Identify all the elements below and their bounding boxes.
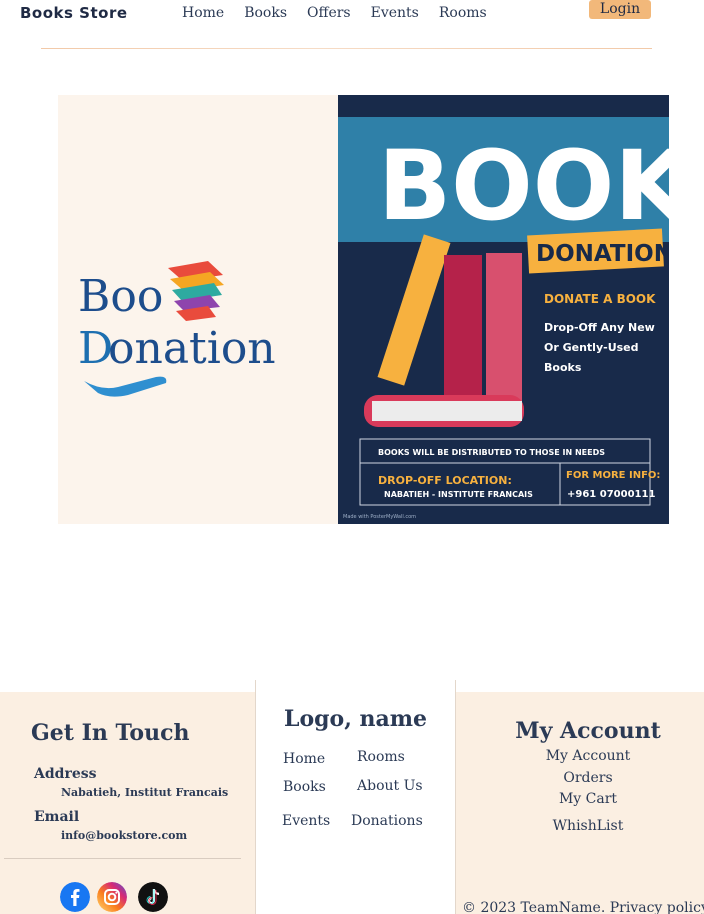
- account-column: My Account My Account Orders My Cart Whi…: [456, 692, 704, 914]
- account-link-orders[interactable]: Orders: [456, 770, 704, 786]
- book-donation-logo: Boo D onation: [78, 261, 276, 397]
- footer-link-home[interactable]: Home: [283, 751, 325, 767]
- email-label: Email: [34, 809, 80, 825]
- nav-home[interactable]: Home: [182, 5, 224, 21]
- nav-offers[interactable]: Offers: [307, 5, 351, 21]
- logo-text-line2: onation: [108, 323, 276, 374]
- hero-banner: Boo D onation BOOK DONATION DONATE A BOO…: [58, 95, 692, 524]
- poster-credit: Made with PosterMyWall.com: [343, 514, 416, 520]
- footer-link-books[interactable]: Books: [283, 779, 326, 795]
- address-label: Address: [34, 766, 97, 782]
- contact-divider: [4, 858, 241, 859]
- nav-events[interactable]: Events: [371, 5, 419, 21]
- instagram-icon[interactable]: [97, 882, 127, 912]
- nav-rooms[interactable]: Rooms: [439, 5, 487, 21]
- footer-link-donations[interactable]: Donations: [351, 813, 423, 829]
- login-button[interactable]: Login: [589, 0, 651, 19]
- footer-link-rooms[interactable]: Rooms: [357, 749, 405, 765]
- poster-heading: DONATE A BOOK: [544, 292, 656, 306]
- poster-body-2: Or Gently-Used: [544, 341, 639, 354]
- footer-logo-name: Logo, name: [284, 706, 428, 732]
- poster-dropoff-label: DROP-OFF LOCATION:: [378, 474, 512, 487]
- logo-text-line1: Boo: [78, 271, 163, 322]
- account-title: My Account: [515, 718, 661, 744]
- account-link-my-cart[interactable]: My Cart: [456, 791, 704, 807]
- contact-column: Get In Touch Address Nabatieh, Institut …: [0, 692, 255, 914]
- account-link-wishlist[interactable]: WhishList: [456, 818, 704, 834]
- address-value: Nabatieh, Institut Francais: [61, 786, 229, 799]
- account-link-my-account[interactable]: My Account: [456, 748, 704, 764]
- donation-poster: BOOK DONATION DONATE A BOOK Drop-Off Any…: [338, 95, 692, 524]
- poster-info-value: +961 07000111: [567, 489, 655, 500]
- poster-body-3: Books: [544, 361, 582, 374]
- contact-title: Get In Touch: [31, 720, 190, 746]
- brand-logo[interactable]: Books Store: [20, 4, 128, 22]
- hand-icon: [84, 376, 167, 397]
- nav-divider: [41, 48, 652, 49]
- copyright-text[interactable]: © 2023 TeamName. Privacy policy: [462, 900, 704, 914]
- poster-distribution: BOOKS WILL BE DISTRIBUTED TO THOSE IN NE…: [378, 448, 605, 457]
- email-value[interactable]: info@bookstore.com: [61, 829, 187, 842]
- donation-logo-panel: Boo D onation: [58, 95, 339, 524]
- footer-link-about-us[interactable]: About Us: [357, 778, 423, 794]
- nav-books[interactable]: Books: [244, 5, 287, 21]
- facebook-icon[interactable]: [60, 882, 90, 912]
- main-nav: Home Books Offers Events Rooms: [182, 5, 507, 21]
- footer-link-events[interactable]: Events: [282, 813, 330, 829]
- poster-body-1: Drop-Off Any New: [544, 321, 655, 334]
- poster-info-label: FOR MORE INFO:: [566, 470, 660, 481]
- poster-dropoff-value: NABATIEH - INSTITUTE FRANCAIS: [384, 490, 533, 499]
- poster-graphic: BOOK DONATION DONATE A BOOK Drop-Off Any…: [338, 100, 692, 520]
- site-footer: Get In Touch Address Nabatieh, Institut …: [0, 680, 704, 914]
- tiktok-icon[interactable]: [138, 882, 168, 912]
- links-column: Logo, name Home Rooms Books About Us Eve…: [255, 680, 456, 914]
- poster-title: BOOK: [378, 130, 669, 242]
- poster-banner: DONATION: [536, 241, 669, 267]
